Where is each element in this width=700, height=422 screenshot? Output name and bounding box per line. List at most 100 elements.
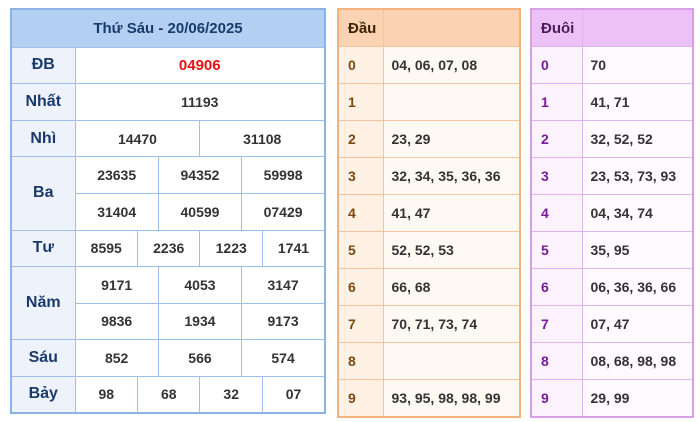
prize-value-sau: 574 (241, 339, 326, 377)
tail-digit-row: 3 23, 53, 73, 93 (530, 157, 694, 195)
prize-value-nam: 3147 (241, 266, 326, 304)
head-digit-table: Đầu 0 04, 06, 07, 08 1 2 23, 29 3 32, 34, 3… (337, 8, 521, 418)
head-digit-row: 9 93, 95, 98, 98, 99 (337, 379, 521, 418)
head-digit-key: 7 (337, 305, 384, 343)
prize-value-sau: 566 (157, 339, 243, 377)
tail-digit-values: 70 (581, 46, 694, 84)
tail-digit-key: 3 (530, 157, 583, 195)
tail-digit-row: 9 29, 99 (530, 379, 694, 418)
tail-digit-values: 07, 47 (581, 305, 694, 343)
tail-digit-key: 8 (530, 342, 583, 380)
head-digit-values (382, 83, 521, 121)
head-digit-values: 66, 68 (382, 268, 521, 306)
prize-row-db: ĐB 04906 (10, 46, 326, 85)
prize-label-sau: Sáu (10, 339, 76, 377)
prize-label-ba: Ba (10, 156, 76, 231)
tail-digit-values: 41, 71 (581, 83, 694, 121)
head-digit-key: 3 (337, 157, 384, 195)
head-digit-row: 5 52, 52, 53 (337, 231, 521, 269)
prize-row-nhat: Nhất 11193 (10, 83, 326, 121)
tail-digit-key: 0 (530, 46, 583, 84)
tail-digit-values: 06, 36, 36, 66 (581, 268, 694, 306)
prize-label-db: ĐB (10, 46, 76, 85)
head-digit-values: 52, 52, 53 (382, 231, 521, 269)
prize-label-nam: Năm (10, 266, 76, 341)
prize-value-ba: 07429 (241, 192, 326, 231)
head-digit-row: 8 (337, 342, 521, 380)
tail-digit-key: 6 (530, 268, 583, 306)
prize-row-tu: Tư 8595 2236 1223 1741 (10, 229, 326, 268)
head-digit-values: 70, 71, 73, 74 (382, 305, 521, 343)
tail-digit-values: 29, 99 (581, 379, 694, 418)
results-title: Thứ Sáu - 20/06/2025 (10, 8, 326, 48)
prize-value-bay: 68 (136, 375, 201, 414)
tail-digit-values: 08, 68, 98, 98 (581, 342, 694, 380)
head-digit-key: 8 (337, 342, 384, 380)
head-digit-key: 9 (337, 379, 384, 418)
results-table: Thứ Sáu - 20/06/2025 ĐB 04906 Nhất 11193… (10, 8, 326, 414)
head-digit-row: 4 41, 47 (337, 194, 521, 232)
prize-row-sau: Sáu 852 566 574 (10, 339, 326, 377)
tail-digit-key: 1 (530, 83, 583, 121)
prize-label-tu: Tư (10, 229, 76, 268)
prize-label-nhat: Nhất (10, 83, 76, 121)
tail-digit-row: 2 32, 52, 52 (530, 120, 694, 158)
head-digit-row: 2 23, 29 (337, 120, 521, 158)
prize-value-nam: 9836 (74, 302, 159, 341)
head-digit-key: 0 (337, 46, 384, 84)
prize-value-nam: 4053 (157, 266, 243, 304)
prize-value-ba: 94352 (157, 156, 243, 194)
head-digit-key: 1 (337, 83, 384, 121)
tail-digit-key: 9 (530, 379, 583, 418)
head-digit-row: 6 66, 68 (337, 268, 521, 306)
tail-digit-row: 7 07, 47 (530, 305, 694, 343)
tail-digit-header-row: Đuôi (530, 8, 694, 47)
prize-value-bay: 98 (74, 375, 138, 414)
head-digit-values: 23, 29 (382, 120, 521, 158)
head-digit-key: 2 (337, 120, 384, 158)
head-digit-row: 3 32, 34, 35, 36, 36 (337, 157, 521, 195)
prize-value-tu: 8595 (74, 229, 138, 268)
head-digit-values: 32, 34, 35, 36, 36 (382, 157, 521, 195)
head-digit-row: 1 (337, 83, 521, 121)
head-digit-key: 6 (337, 268, 384, 306)
tail-digit-key: 7 (530, 305, 583, 343)
results-header-row: Thứ Sáu - 20/06/2025 (10, 8, 326, 48)
prize-value-ba: 31404 (74, 192, 159, 231)
head-digit-values: 93, 95, 98, 98, 99 (382, 379, 521, 418)
prize-row-nhi: Nhì 14470 31108 (10, 119, 326, 158)
tail-digit-header-blank (581, 8, 694, 47)
prize-label-nhi: Nhì (10, 119, 76, 158)
tail-digit-row: 6 06, 36, 36, 66 (530, 268, 694, 306)
head-digit-header: Đầu (337, 8, 384, 47)
tail-digit-key: 4 (530, 194, 583, 232)
head-digit-row: 7 70, 71, 73, 74 (337, 305, 521, 343)
prize-value-nam: 1934 (157, 302, 243, 341)
prize-value-nam: 9171 (74, 266, 159, 304)
prize-value-tu: 1223 (199, 229, 263, 268)
prize-value-nhat: 11193 (74, 83, 326, 121)
tail-digit-row: 5 35, 95 (530, 231, 694, 269)
tail-digit-row: 0 70 (530, 46, 694, 84)
prize-value-ba: 23635 (74, 156, 159, 194)
prize-value-tu: 2236 (136, 229, 201, 268)
tail-digit-row: 1 41, 71 (530, 83, 694, 121)
prize-value-nam: 9173 (241, 302, 326, 341)
tail-digit-row: 8 08, 68, 98, 98 (530, 342, 694, 380)
tail-digit-key: 5 (530, 231, 583, 269)
tail-digit-row: 4 04, 34, 74 (530, 194, 694, 232)
prize-value-nhi: 14470 (74, 119, 201, 158)
tail-digit-values: 23, 53, 73, 93 (581, 157, 694, 195)
prize-row-bay: Bảy 98 68 32 07 (10, 375, 326, 414)
head-digit-values (382, 342, 521, 380)
head-digit-values: 04, 06, 07, 08 (382, 46, 521, 84)
prize-value-tu: 1741 (261, 229, 326, 268)
tail-digit-values: 32, 52, 52 (581, 120, 694, 158)
prize-label-bay: Bảy (10, 375, 76, 414)
head-digit-row: 0 04, 06, 07, 08 (337, 46, 521, 84)
tail-digit-key: 2 (530, 120, 583, 158)
prize-value-bay: 32 (199, 375, 263, 414)
prize-value-ba: 59998 (241, 156, 326, 194)
head-digit-key: 4 (337, 194, 384, 232)
head-digit-values: 41, 47 (382, 194, 521, 232)
